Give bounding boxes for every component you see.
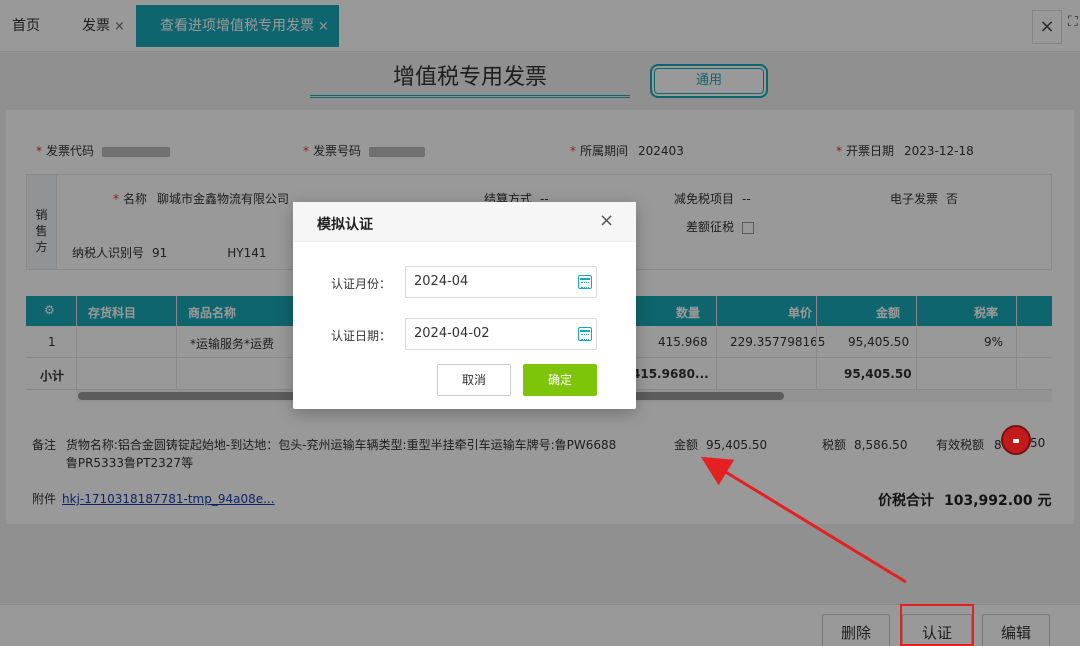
simulate-certify-dialog: 模拟认证 × 认证月份： 2024-04 认证日期： 2024-04-02 取消… [293, 202, 636, 409]
certify-date-input[interactable]: 2024-04-02 [405, 318, 597, 350]
calendar-icon[interactable] [578, 275, 592, 289]
dialog-header: 模拟认证 × [293, 202, 636, 242]
cancel-button[interactable]: 取消 [437, 364, 511, 396]
annotation-marker-icon [1001, 425, 1031, 455]
certify-month-label: 认证月份： [331, 277, 392, 291]
certify-date-label: 认证日期： [331, 329, 392, 343]
close-icon[interactable]: × [599, 212, 614, 230]
certify-date-value: 2024-04-02 [414, 326, 490, 341]
dialog-title: 模拟认证 [317, 217, 373, 233]
calendar-icon[interactable] [578, 327, 592, 341]
certify-month-input[interactable]: 2024-04 [405, 266, 597, 298]
certify-month-value: 2024-04 [414, 274, 469, 289]
annotation-highlight-box [900, 604, 974, 646]
confirm-button[interactable]: 确定 [523, 364, 597, 396]
